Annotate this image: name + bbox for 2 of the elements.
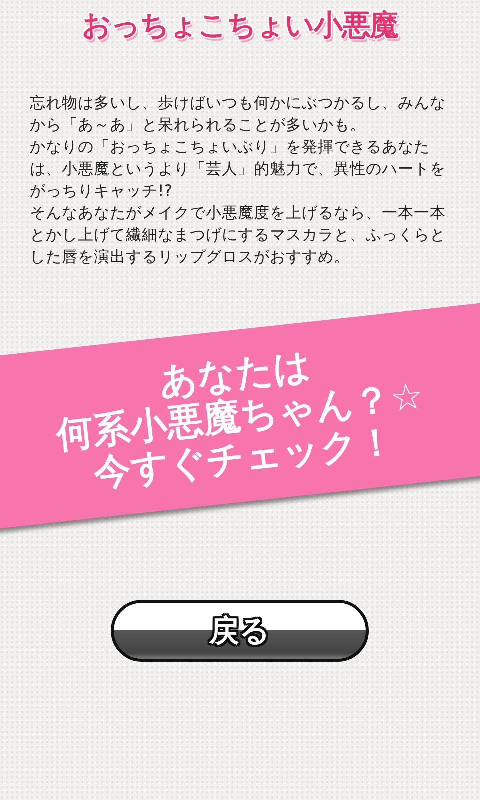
page-title: おっちょこちょい小悪魔 bbox=[82, 7, 398, 44]
description-text: 忘れ物は多いし、歩けばいつも何かにぶつかるし、みんなから「あ～あ」と呆れられることが多いかも。 かなりの「おっちょこちょいぶり」を発揮できるあなたは、小悪魔というより「芸人」的魅力で、異性のハートをがっちりキャッチ!? そんなあなたがメイクで小悪魔度を上げるなら、一本一本とかし上げて繊細なまつげにするマスカラと、ふっくらとした唇を演出するリップグロスがおすすめ。 bbox=[30, 93, 447, 268]
